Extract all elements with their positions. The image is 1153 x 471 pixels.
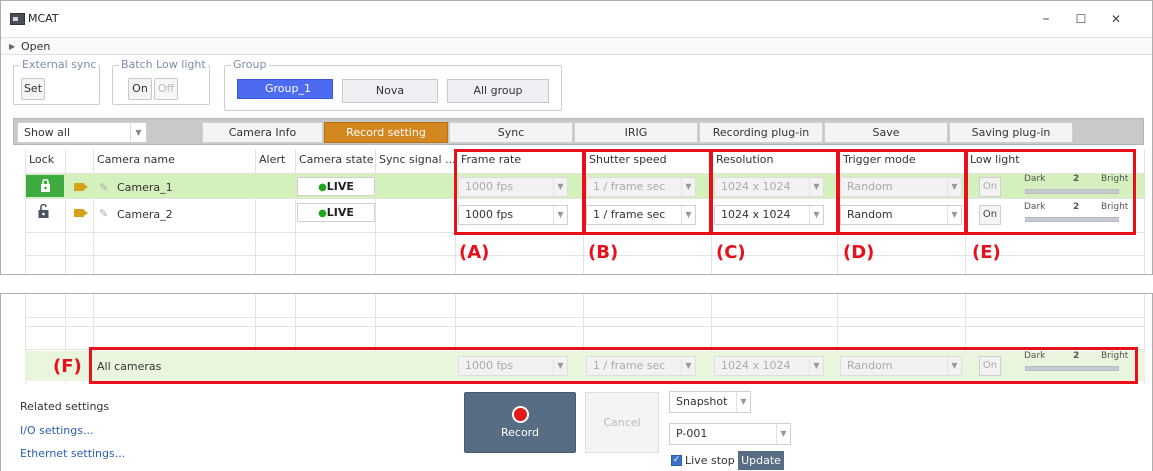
lock-open-icon[interactable] — [38, 204, 49, 218]
annotation-box-f — [89, 347, 1138, 384]
chevron-right-icon: ▶ — [9, 42, 16, 51]
header-camera-name: Camera name — [97, 153, 175, 166]
group-button-nova[interactable]: Nova — [342, 79, 438, 103]
open-toggle[interactable]: ▶ Open — [1, 37, 1152, 55]
external-sync-legend: External sync — [20, 58, 99, 71]
lower-panel: All cameras 1000 fps ▼ 1 / frame sec ▼ 102… — [0, 293, 1153, 471]
update-button[interactable]: Update — [738, 451, 784, 470]
pencil-icon[interactable]: ✎ — [99, 181, 108, 194]
pencil-icon[interactable]: ✎ — [99, 207, 108, 220]
tab-camera-info[interactable]: Camera Info — [202, 122, 323, 143]
annotation-box-c — [710, 149, 840, 235]
title-bar: MCAT – ☐ ✕ — [1, 1, 1152, 37]
tab-saving-plugin[interactable]: Saving plug-in — [949, 122, 1073, 143]
header-camera-state: Camera state — [299, 153, 374, 166]
tab-save[interactable]: Save — [824, 122, 948, 143]
group-button-all[interactable]: All group — [447, 79, 549, 103]
status-badge: ●LIVE — [297, 177, 375, 196]
app-icon — [10, 13, 25, 25]
main-window: MCAT – ☐ ✕ ▶ Open External sync Set Batc… — [0, 0, 1153, 275]
batch-low-light-group: Batch Low light On Off — [112, 58, 210, 105]
related-settings-title: Related settings — [20, 400, 110, 413]
filter-value: Show all — [24, 126, 71, 139]
minimize-button[interactable]: – — [1036, 10, 1056, 28]
ethernet-settings-link[interactable]: Ethernet settings... — [20, 447, 125, 460]
external-sync-set-button[interactable]: Set — [21, 78, 45, 100]
annotation-box-b — [582, 149, 712, 235]
record-icon — [512, 406, 529, 423]
live-stop-label: Live stop — [685, 454, 735, 467]
snapshot-select[interactable]: P-001 ▼ — [669, 423, 791, 445]
annotation-label-a: (A) — [459, 242, 490, 263]
window-title: MCAT — [28, 12, 59, 25]
status-badge: ●LIVE — [297, 203, 375, 222]
chevron-down-icon: ▼ — [130, 123, 146, 142]
group-legend: Group — [231, 58, 269, 71]
camera-name: Camera_2 — [117, 208, 173, 221]
annotation-box-a — [454, 149, 586, 235]
tab-record-setting[interactable]: Record setting — [324, 122, 448, 143]
cancel-button[interactable]: Cancel — [585, 392, 659, 453]
camera-icon — [74, 183, 88, 191]
maximize-button[interactable]: ☐ — [1071, 10, 1091, 28]
annotation-label-c: (C) — [716, 242, 746, 263]
annotation-box-e — [964, 149, 1136, 235]
camera-name: Camera_1 — [117, 181, 173, 194]
live-stop-checkbox[interactable]: ✓ — [671, 455, 682, 466]
lock-toggle[interactable] — [26, 175, 64, 197]
external-sync-group: External sync Set — [13, 58, 100, 105]
open-label: Open — [21, 40, 51, 53]
camera-icon — [74, 209, 88, 217]
annotation-label-e: (E) — [972, 242, 1001, 263]
batch-low-light-legend: Batch Low light — [119, 58, 208, 71]
annotation-label-b: (B) — [588, 242, 619, 263]
snapshot-dropdown[interactable]: Snapshot ▼ — [669, 391, 751, 413]
tab-irig[interactable]: IRIG — [574, 122, 698, 143]
record-button[interactable]: Record — [464, 392, 576, 453]
record-label: Record — [500, 426, 539, 439]
annotation-box-d — [836, 149, 968, 235]
group-button-group-1[interactable]: Group_1 — [237, 79, 333, 99]
tab-sync[interactable]: Sync — [449, 122, 573, 143]
batch-on-button[interactable]: On — [128, 78, 152, 100]
header-sync-signal: Sync signal ... — [379, 153, 456, 166]
close-button[interactable]: ✕ — [1106, 10, 1126, 28]
batch-off-button[interactable]: Off — [154, 78, 178, 100]
annotation-label-d: (D) — [843, 242, 875, 263]
annotation-label-f: (F) — [53, 356, 82, 377]
lock-closed-icon — [41, 179, 50, 192]
tab-bar: Show all ▼ Camera Info Record setting Sy… — [13, 118, 1144, 145]
filter-dropdown[interactable]: Show all ▼ — [17, 122, 147, 143]
header-lock: Lock — [29, 153, 55, 166]
tab-recording-plugin[interactable]: Recording plug-in — [699, 122, 823, 143]
header-alert: Alert — [259, 153, 286, 166]
io-settings-link[interactable]: I/O settings... — [20, 424, 93, 437]
